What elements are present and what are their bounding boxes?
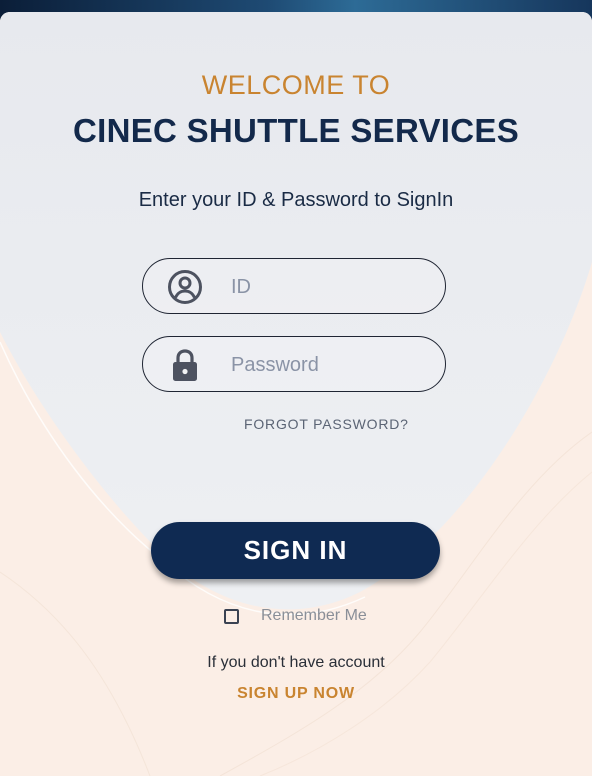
remember-me-label: Remember Me xyxy=(261,607,367,624)
signin-instruction: Enter your ID & Password to SignIn xyxy=(138,189,454,211)
login-content: WELCOME TO CINEC SHUTTLE SERVICES Enter … xyxy=(0,12,592,776)
remember-me-checkbox[interactable]: Remember Me xyxy=(224,606,367,626)
welcome-heading: WELCOME TO xyxy=(201,70,391,100)
login-card: WELCOME TO CINEC SHUTTLE SERVICES Enter … xyxy=(0,12,592,776)
password-field[interactable] xyxy=(142,336,446,392)
checkbox-box[interactable] xyxy=(224,608,239,624)
id-field[interactable] xyxy=(142,258,446,314)
password-input[interactable] xyxy=(229,347,433,383)
user-circle-icon xyxy=(168,270,202,304)
lock-icon xyxy=(173,349,197,381)
id-input[interactable] xyxy=(229,269,433,305)
no-account-text: If you don't have account xyxy=(207,654,385,671)
forgot-password-link[interactable]: FORGOT PASSWORD? xyxy=(244,416,409,432)
app-title: CINEC SHUTTLE SERVICES xyxy=(72,112,520,149)
sign-up-link[interactable]: SIGN UP NOW xyxy=(237,685,355,702)
sign-in-button[interactable]: SIGN IN xyxy=(151,522,440,579)
